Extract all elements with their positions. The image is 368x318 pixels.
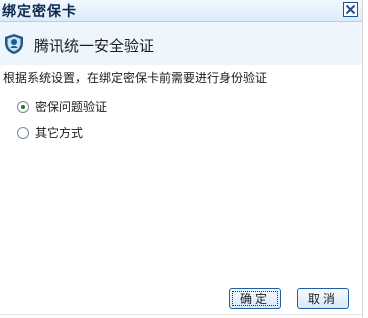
option-label: 密保问题验证 bbox=[35, 100, 108, 114]
radio-other-method[interactable] bbox=[17, 126, 29, 139]
dialog-titlebar: 绑定密保卡 bbox=[0, 0, 362, 22]
bind-security-card-dialog: 绑定密保卡 腾讯统一安全验证 根据系统设置，在绑定密保卡前需要进行身份验证 密保… bbox=[0, 0, 362, 318]
background-strip bbox=[362, 0, 368, 318]
info-text: 根据系统设置，在绑定密保卡前需要进行身份验证 bbox=[3, 71, 268, 85]
option-label: 其它方式 bbox=[35, 126, 84, 140]
close-button[interactable] bbox=[343, 2, 358, 17]
dialog-title: 绑定密保卡 bbox=[2, 4, 77, 20]
option-other-method[interactable]: 其它方式 bbox=[17, 124, 83, 141]
header-title: 腾讯统一安全验证 bbox=[34, 37, 155, 55]
radio-security-question[interactable] bbox=[17, 100, 29, 113]
cancel-button[interactable]: 取消 bbox=[297, 288, 349, 309]
close-icon bbox=[345, 4, 356, 15]
ok-button[interactable]: 确定 bbox=[229, 288, 281, 309]
option-security-question[interactable]: 密保问题验证 bbox=[17, 98, 107, 115]
divider bbox=[0, 314, 362, 315]
shield-icon bbox=[5, 34, 23, 54]
